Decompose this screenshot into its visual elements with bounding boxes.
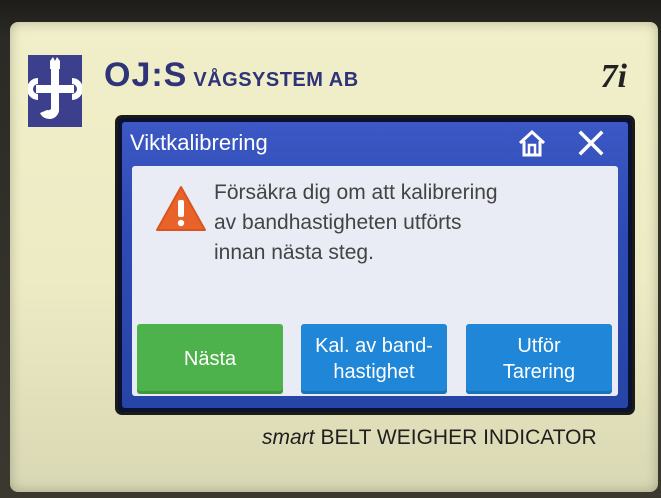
- screen-title: Viktkalibrering: [130, 130, 268, 155]
- touch-screen: Viktkalibrering Försäkra dig om att kali…: [118, 118, 632, 412]
- brand-name-big: OJ:S: [104, 56, 188, 94]
- perform-tare-label-line-1: Utför: [517, 335, 561, 357]
- title-bar: Viktkalibrering: [122, 122, 628, 162]
- next-button[interactable]: Nästa: [137, 324, 283, 394]
- home-icon[interactable]: [516, 128, 548, 158]
- message-line-1: Försäkra dig om att kalibrering: [214, 181, 498, 204]
- next-button-label: Nästa: [183, 348, 237, 370]
- oj-logo-icon: [28, 55, 82, 127]
- message-line-2: av bandhastigheten utförts: [214, 211, 462, 234]
- footer-product: BELT WEIGHER INDICATOR: [320, 426, 597, 449]
- brand-name: OJ:S VÅGSYSTEM AB: [104, 56, 359, 95]
- screen-content: Viktkalibrering Försäkra dig om att kali…: [122, 122, 628, 408]
- model-label: 7i: [600, 58, 627, 95]
- warning-triangle-icon: [154, 184, 208, 234]
- belt-speed-calibration-label: Kal. av band- hastighet: [315, 333, 433, 385]
- warning-dialog: Försäkra dig om att kalibrering av bandh…: [132, 166, 618, 396]
- footer-smart: smart: [262, 426, 315, 449]
- belt-speed-calibration-button[interactable]: Kal. av band- hastighet: [301, 324, 447, 394]
- perform-tare-label: Utför Tarering: [503, 333, 575, 385]
- warning-message: Försäkra dig om att kalibrering av bandh…: [214, 178, 594, 268]
- brand-name-small: VÅGSYSTEM AB: [193, 69, 359, 91]
- message-line-3: innan nästa steg.: [214, 241, 374, 264]
- perform-tare-label-line-2: Tarering: [502, 361, 576, 383]
- belt-speed-calibration-label-line-2: hastighet: [333, 361, 415, 383]
- device-footer-label: smart BELT WEIGHER INDICATOR: [262, 426, 597, 450]
- close-icon[interactable]: [576, 128, 606, 158]
- perform-tare-button[interactable]: Utför Tarering: [466, 324, 612, 394]
- belt-speed-calibration-label-line-1: Kal. av band-: [315, 335, 433, 357]
